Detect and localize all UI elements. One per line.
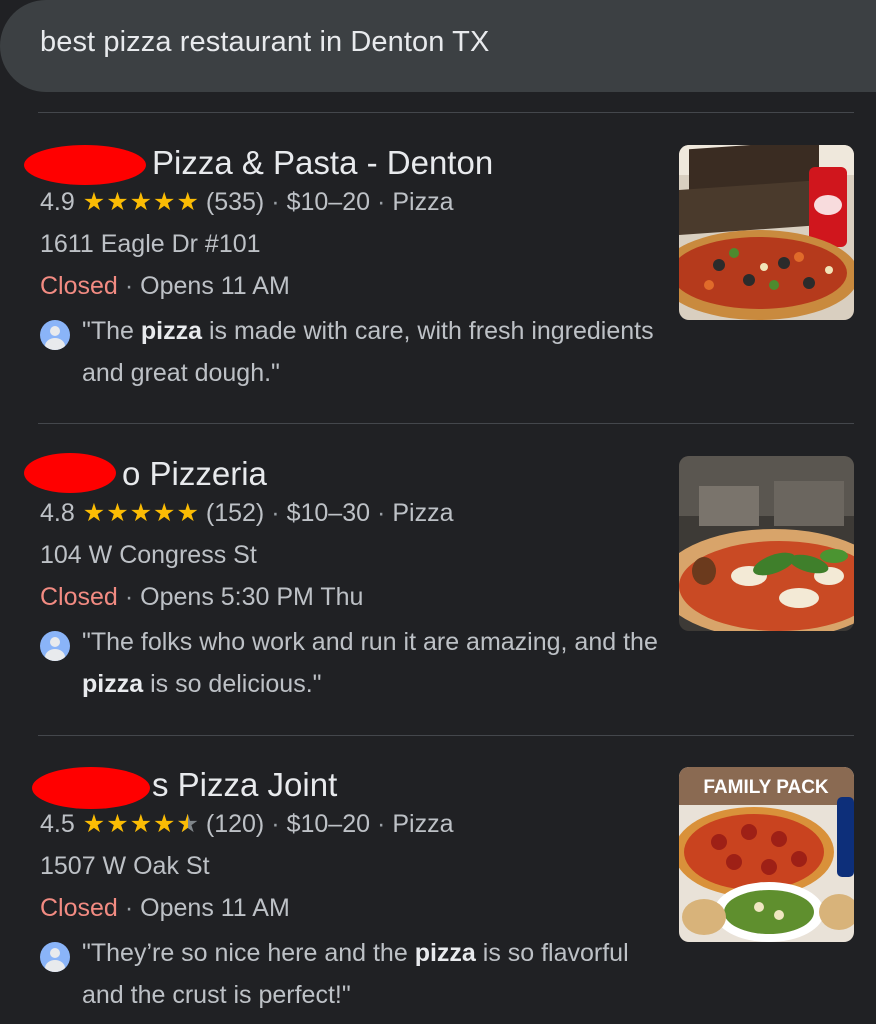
redaction-mark xyxy=(24,453,116,493)
image-caption: FAMILY PACK xyxy=(703,777,829,798)
rating-value: 4.5 xyxy=(40,810,75,838)
address: 1611 Eagle Dr #101 xyxy=(40,230,261,258)
result-card[interactable]: o Pizzeria 4.8 ★ ★ ★ ★ ★ (152) · $10–30 · Pi… xyxy=(0,451,876,751)
review-text: "They’re so nice here and the pizza is s… xyxy=(82,939,629,1009)
user-avatar-icon xyxy=(40,631,70,661)
hours-line: Closed · Opens 11 AM xyxy=(40,272,290,301)
star-icon: ★ xyxy=(129,499,153,527)
user-avatar-icon xyxy=(40,320,70,350)
opening-hours: Opens 5:30 PM Thu xyxy=(140,583,364,611)
star-icon: ★ xyxy=(153,499,176,527)
star-rating-icon: ★ ★ ★ ★ ★ xyxy=(83,501,200,526)
separator: · xyxy=(377,810,386,838)
star-icon: ★ xyxy=(153,810,176,838)
divider xyxy=(38,112,854,113)
separator: · xyxy=(271,188,280,216)
star-icon: ★ xyxy=(153,188,176,216)
star-icon: ★ xyxy=(106,810,129,838)
review-text: "The pizza is made with care, with fresh… xyxy=(82,317,654,387)
separator: · xyxy=(124,272,134,300)
divider xyxy=(38,735,854,736)
review-count[interactable]: (120) xyxy=(206,810,264,839)
separator: · xyxy=(124,894,134,922)
star-icon: ★ xyxy=(129,810,153,838)
separator: · xyxy=(124,583,134,611)
review-snippet: "The folks who work and run it are amazi… xyxy=(40,628,662,705)
category: Pizza xyxy=(392,188,454,216)
status-closed: Closed xyxy=(40,894,118,922)
rating-line: 4.8 ★ ★ ★ ★ ★ (152) · $10–30 · Pizza xyxy=(40,499,453,528)
star-icon: ★ xyxy=(82,810,106,838)
rating-line: 4.5 ★★★★★ (120) · $10–20 · Pizza xyxy=(40,810,453,839)
hours-line: Closed · Opens 11 AM xyxy=(40,894,290,923)
hours-line: Closed · Opens 5:30 PM Thu xyxy=(40,583,363,612)
price-range: $10–30 xyxy=(286,499,371,527)
review-count[interactable]: (152) xyxy=(206,499,264,528)
separator: · xyxy=(377,188,386,216)
search-query[interactable]: best pizza restaurant in Denton TX xyxy=(40,26,489,59)
result-card[interactable]: s Pizza Joint 4.5 ★★★★★ (120) · $10–20 ·… xyxy=(0,762,876,1024)
search-bar[interactable]: best pizza restaurant in Denton TX xyxy=(0,0,876,92)
address: 104 W Congress St xyxy=(40,541,257,569)
review-snippet: "They’re so nice here and the pizza is s… xyxy=(40,939,662,1016)
star-icon: ★ xyxy=(82,499,106,527)
redaction-mark xyxy=(24,145,146,185)
status-closed: Closed xyxy=(40,272,118,300)
pizza-photo[interactable] xyxy=(679,145,854,320)
separator: · xyxy=(271,499,280,527)
result-title-row[interactable]: o Pizzeria xyxy=(24,451,267,497)
address: 1507 W Oak St xyxy=(40,852,210,880)
family-pack-photo[interactable]: FAMILY PACK xyxy=(679,767,854,942)
star-icon: ★ xyxy=(129,188,153,216)
separator: · xyxy=(271,810,280,838)
result-title-row[interactable]: s Pizza Joint xyxy=(24,762,337,809)
rating-line: 4.9 ★ ★ ★ ★ ★ (535) · $10–20 · Pizza xyxy=(40,188,453,217)
star-rating-icon: ★ ★ ★ ★ ★ xyxy=(82,810,200,838)
result-title[interactable]: o Pizzeria xyxy=(122,455,267,493)
half-star-icon: ★ xyxy=(176,812,198,838)
star-rating-icon: ★ ★ ★ ★ ★ xyxy=(83,190,200,215)
search-results-page: best pizza restaurant in Denton TX Pizza… xyxy=(0,0,876,1024)
star-icon: ★ xyxy=(106,188,129,216)
category: Pizza xyxy=(392,810,454,838)
category: Pizza xyxy=(392,499,454,527)
star-icon: ★ xyxy=(176,188,199,216)
status-closed: Closed xyxy=(40,583,118,611)
user-avatar-icon xyxy=(40,942,70,972)
result-title[interactable]: Pizza & Pasta - Denton xyxy=(152,144,493,182)
result-title[interactable]: s Pizza Joint xyxy=(152,766,337,804)
rating-value: 4.9 xyxy=(40,188,75,216)
rating-value: 4.8 xyxy=(40,499,75,527)
margherita-photo[interactable] xyxy=(679,456,854,631)
review-text: "The folks who work and run it are amazi… xyxy=(82,628,658,698)
opening-hours: Opens 11 AM xyxy=(140,894,290,922)
result-title-row[interactable]: Pizza & Pasta - Denton xyxy=(24,140,493,186)
star-icon: ★ xyxy=(82,188,106,216)
redaction-mark xyxy=(32,767,150,809)
star-icon: ★ xyxy=(176,499,199,527)
price-range: $10–20 xyxy=(286,188,371,216)
divider xyxy=(38,423,854,424)
star-icon: ★ xyxy=(106,499,129,527)
price-range: $10–20 xyxy=(286,810,371,838)
separator: · xyxy=(377,499,386,527)
opening-hours: Opens 11 AM xyxy=(140,272,290,300)
review-snippet: "The pizza is made with care, with fresh… xyxy=(40,317,662,394)
result-card[interactable]: Pizza & Pasta - Denton 4.9 ★ ★ ★ ★ ★ (535) ·… xyxy=(0,140,876,440)
review-count[interactable]: (535) xyxy=(206,188,264,217)
